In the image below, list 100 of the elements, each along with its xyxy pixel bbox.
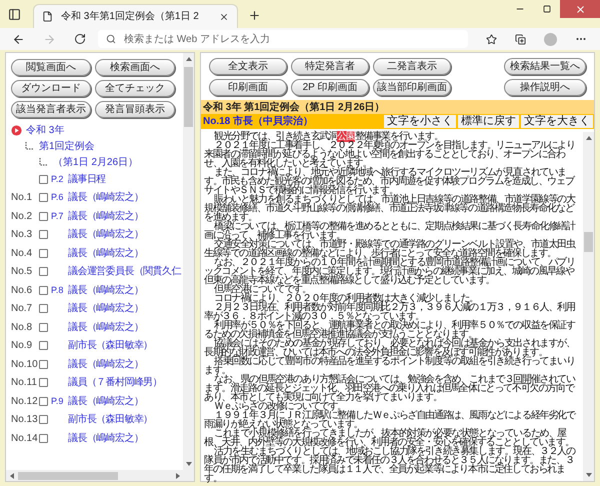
pill-button[interactable]: 閲覧画面へ xyxy=(11,59,91,76)
page-link[interactable]: P.2 xyxy=(51,172,64,186)
page-link[interactable]: P.7 xyxy=(51,210,64,223)
new-tab-icon[interactable] xyxy=(248,9,261,22)
item-number: No.1 xyxy=(11,191,32,206)
page-link[interactable]: P.9 xyxy=(51,394,64,408)
tree-item[interactable]: 令和 3年 xyxy=(26,122,64,138)
speaker-name: No.18 市長（中貝宗治） xyxy=(203,114,314,129)
minutes-paragraph: １９９１年３月にＪＲ江原駅に整備したＷｅぷらざ自由通路は、風雨などによる経年劣化で雨漏りが絶えない状態となっています。 xyxy=(204,411,576,429)
checkbox[interactable] xyxy=(39,396,48,406)
speaker-link[interactable]: 副市長（森田敏幸） xyxy=(68,338,153,354)
speaker-link[interactable]: 議員（７番村岡峰男） xyxy=(68,375,162,390)
speaker-link[interactable]: 議長（嶋崎宏之） xyxy=(68,190,144,206)
scrollbar-thumb[interactable] xyxy=(184,67,193,127)
scrollbar-thumb[interactable] xyxy=(584,232,593,252)
checkbox[interactable] xyxy=(39,193,48,202)
speaker-link[interactable]: 議長（嶋崎宏之） xyxy=(68,246,144,261)
scrollbar-thumb[interactable] xyxy=(18,472,118,480)
sidebar-toggle-icon[interactable] xyxy=(8,8,21,21)
minutes-paragraph: 搭乗回数に応じて豊岡市の特産品を進呈するポイント制度等の取組を引き続き行ってまいります。 xyxy=(204,357,575,375)
pill-button[interactable]: 特定発言者 xyxy=(291,58,369,75)
pill-button[interactable]: 該当部印刷画面 xyxy=(373,79,451,96)
pill-button[interactable]: 二発言表示 xyxy=(373,58,451,75)
pill-button[interactable]: 全てチェック xyxy=(95,80,175,97)
minutes-paragraph: 橋梁については、栃江橋等の整備を進めるとともに、定期点検結果に基づく長寿命化修繕計画に沿って、補修工事を行います。 xyxy=(204,222,576,240)
checkbox[interactable] xyxy=(39,230,48,240)
checkbox[interactable] xyxy=(39,248,48,258)
checkbox[interactable] xyxy=(39,174,48,184)
page-link[interactable]: P.8 xyxy=(51,284,64,297)
speaker-link[interactable]: 議長（嶋崎宏之） xyxy=(68,320,144,335)
speaker-link[interactable]: 議長（嶋崎宏之） xyxy=(68,356,144,372)
speaker-link[interactable]: 議長（嶋崎宏之） xyxy=(68,208,144,224)
vertical-scrollbar[interactable] xyxy=(583,132,594,481)
font-size-button[interactable]: 標準に戻す xyxy=(458,115,519,128)
meeting-title: 令和 3年 第1回定例会（第1日 2月26日） xyxy=(203,100,385,114)
pill-button[interactable]: 発言冒頭表示 xyxy=(95,101,175,118)
minutes-paragraph: これまで小規模修繕を行ってきましたが、抜本的対策が必要な状態となっているため、屋根、天井、内外壁等の大規模改修を行い、利用者の安全・安心を確保することとしています。 xyxy=(204,429,574,447)
speaker-link[interactable]: 議長（嶋崎宏之） xyxy=(68,227,144,242)
minutes-paragraph: 活力を生むまちづくりとしては、地域おこし協力隊を引き続き募集します。現在、３２人の隊員が市内で活動中です。採用済みで未着任の３人を合わせると３５人になります。また、３年の任期を満了して卒業した隊員は１１人で、全員が起業等により本市に定住しておられます。 xyxy=(204,447,576,483)
item-number: No.6 xyxy=(11,284,32,298)
minutes-paragraph: 交通安全対策については、市道野・殿線等での通学路のグリーンベルト設置や、市道太田虫生線等での道路区画線の整備などにより、歩行者にとって安全な道路空間を確保します。 xyxy=(204,240,576,258)
pill-button[interactable]: 印刷画面 xyxy=(209,79,287,96)
checkbox[interactable] xyxy=(39,378,48,388)
checkbox[interactable] xyxy=(39,304,48,314)
scroll-up-icon[interactable] xyxy=(586,136,592,140)
speaker-link[interactable]: 議長（嶋崎宏之） xyxy=(68,394,144,409)
scroll-up-icon[interactable] xyxy=(186,57,192,61)
play-circle-icon xyxy=(11,124,22,136)
scroll-down-icon[interactable] xyxy=(186,462,192,466)
pill-button[interactable]: 該当発言者表示 xyxy=(11,101,91,118)
speaker-link[interactable]: 議長（嶋崎宏之） xyxy=(68,301,144,316)
checkbox[interactable] xyxy=(39,434,48,443)
minutes-paragraph: コロナ禍により、２０２０年度の利用者数は大きく減少しました。 xyxy=(213,294,480,303)
minutes-paragraph: なお、２０２１年度からの１０年間を計画期間とする豊岡市道路整備計画について、パブリックコメントを経て、年度内に策定します。現行計画からの継続事業に加え、城崎の風早線や但東の高龍寺本線などを重点整備路線として盛り込む予定としています。 xyxy=(204,258,576,285)
pill-button[interactable]: 全文表示 xyxy=(209,58,287,75)
scroll-right-icon[interactable] xyxy=(176,472,180,478)
close-window-button[interactable] xyxy=(560,0,600,18)
item-number: No.3 xyxy=(11,228,32,242)
tree-item[interactable]: 第1回定例会 xyxy=(39,138,95,154)
pill-button[interactable]: 2P 印刷画面 xyxy=(291,79,369,96)
item-number: No.11 xyxy=(11,376,37,390)
item-number: No.12 xyxy=(11,394,38,409)
browser-tab[interactable]: 令和 3年第1回定例会（第1日 2 xyxy=(33,4,238,28)
checkbox[interactable] xyxy=(39,286,48,295)
refresh-icon[interactable] xyxy=(74,33,86,45)
checkbox[interactable] xyxy=(39,267,48,276)
font-size-button[interactable]: 文字を小さく xyxy=(384,115,456,128)
checkbox[interactable] xyxy=(39,341,48,350)
font-size-button[interactable]: 文字を大きく xyxy=(521,115,593,128)
minutes-paragraph: また、コロナ禍により、地元や近隣地域へ旅行するマイクロツーリズムが見直されています。市民も含めた観光客の増加を図るため、市内周遊を促す体験プログラムを造成し、ウェブサイトやＳＮＳで積極的に情報発信を行います。 xyxy=(204,168,574,195)
tree-item[interactable]: （第1日 2月26日） xyxy=(53,154,138,170)
pill-button[interactable]: 操作説明へ xyxy=(504,79,586,96)
scroll-down-icon[interactable] xyxy=(586,473,592,477)
favorites-star-icon[interactable] xyxy=(486,34,497,44)
speaker-link[interactable]: 議長（嶋崎宏之） xyxy=(68,430,144,446)
speaker-link[interactable]: 議長（嶋崎宏之） xyxy=(68,282,144,298)
horizontal-scrollbar[interactable] xyxy=(6,470,194,481)
speaker-link[interactable]: 議事日程 xyxy=(68,172,106,187)
collections-icon[interactable] xyxy=(515,34,526,44)
speaker-link[interactable]: 議会運営委員長（関貫久仁 xyxy=(68,264,181,280)
speaker-link[interactable]: 副市長（森田敏幸） xyxy=(68,412,153,428)
scroll-left-icon[interactable] xyxy=(10,472,14,478)
checkbox[interactable] xyxy=(39,212,48,221)
address-bar[interactable]: 検索または Web アドレスを入力 xyxy=(98,30,468,48)
pill-button[interactable]: ダウンロード xyxy=(11,80,91,97)
back-icon[interactable] xyxy=(12,32,25,46)
item-number: No.5 xyxy=(11,265,32,280)
checkbox[interactable] xyxy=(39,415,48,424)
item-number: No.2 xyxy=(11,210,32,224)
pill-button[interactable]: 検索画面へ xyxy=(95,59,175,76)
close-tab-icon[interactable] xyxy=(219,12,229,22)
minutes-paragraph: 利用率が５０％を下回ると、運航事業者との取決めにより、利用率５０％での収益を保証するための欠損補填金を但馬空港推進協議会が支払うこととなります。 xyxy=(204,321,576,339)
page-link[interactable]: P.6 xyxy=(51,191,64,204)
vertical-scrollbar[interactable] xyxy=(183,53,194,470)
tab-title: 令和 3年第1回定例会（第1日 2 xyxy=(61,10,200,24)
pill-button[interactable]: 検索結果一覧へ xyxy=(504,58,586,75)
checkbox[interactable] xyxy=(39,360,48,369)
checkbox[interactable] xyxy=(39,322,48,332)
address-input[interactable]: 検索または Web アドレスを入力 xyxy=(124,32,460,46)
item-number: No.13 xyxy=(11,413,38,428)
